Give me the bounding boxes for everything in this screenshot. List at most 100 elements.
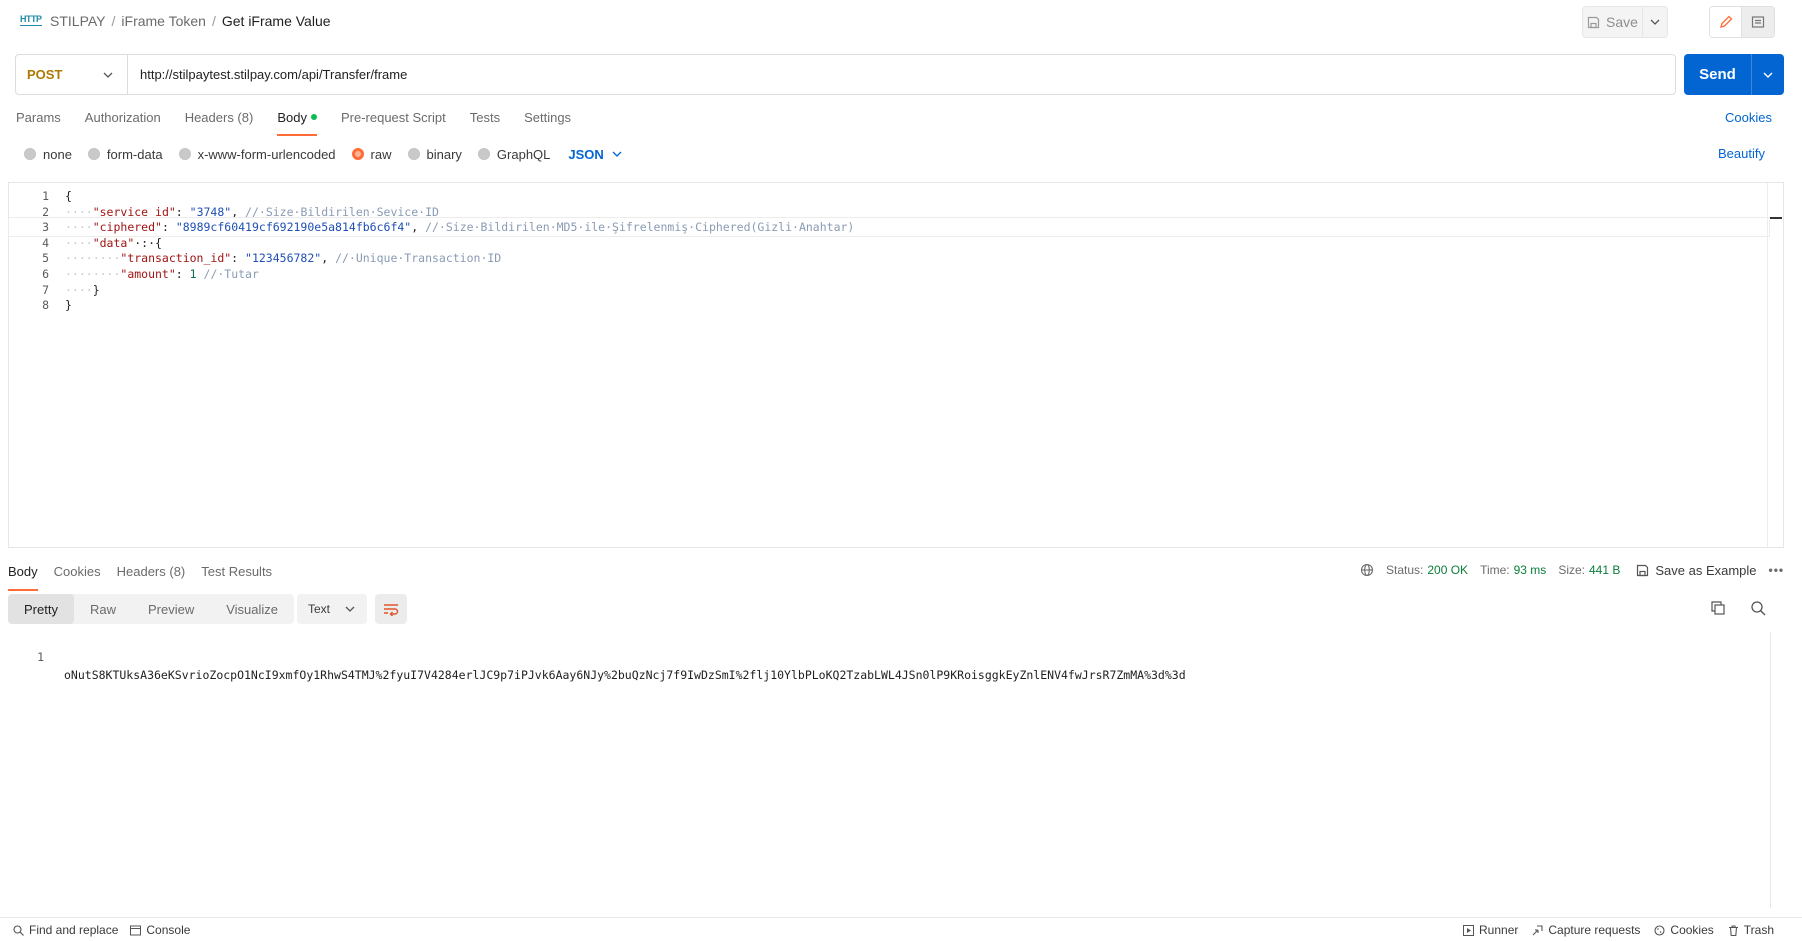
body-type-none[interactable]: none [24,147,72,162]
chevron-down-icon [103,72,113,78]
save-icon [1637,564,1649,576]
documentation-mode-button[interactable] [1742,7,1774,37]
response-meta: Status: 200 OK Time: 93 ms Size: 441 B Save… [1360,562,1784,578]
editor-scrollbar[interactable] [1767,183,1783,547]
body-type-binary[interactable]: binary [407,147,462,162]
code-token: : [231,251,246,265]
save-label: Save [1606,14,1638,30]
copy-icon[interactable] [1710,600,1726,619]
body-type-urlencoded[interactable]: x-www-form-urlencoded [178,147,336,162]
code-token: "amount" [120,267,176,281]
globe-icon[interactable] [1360,563,1374,577]
tab-tests[interactable]: Tests [470,110,500,134]
body-type-graphql[interactable]: GraphQL [477,147,550,162]
code-token: : [161,220,176,234]
beautify-button[interactable]: Beautify [1718,146,1765,161]
code-line: 8} [9,296,1769,314]
response-tab-test-results[interactable]: Test Results [201,564,272,586]
radio-icon [178,148,191,160]
code-token: ········ [65,267,121,281]
wrap-lines-button[interactable] [375,594,407,624]
request-body-editor[interactable]: 1{2 ····"service_id": "3748", //·Size·Bil… [8,182,1784,548]
body-type-label: form-data [106,146,163,162]
time-label: Time: [1480,563,1510,577]
code-token: //·Size·Bildirilen·Sevice·ID [245,205,439,219]
view-visualize[interactable]: Visualize [210,594,294,624]
top-bar: HTTP STILPAY / iFrame Token / Get iFrame Val… [0,0,1802,44]
more-options-icon[interactable]: ••• [1769,563,1785,577]
save-as-example-button[interactable]: Save as Example [1636,562,1757,578]
breadcrumb-separator: / [111,13,116,29]
view-preview[interactable]: Preview [132,594,210,624]
response-line: 1 oNutS8KTUksA36eKSvrioZocpO1NcI9xmfOy1R… [8,630,1186,682]
code-token: "123456782" [245,251,322,265]
size-readout[interactable]: Size: 441 B [1558,563,1620,577]
console-button[interactable]: Console [130,923,190,937]
tab-params[interactable]: Params [16,110,61,134]
view-raw[interactable]: Raw [74,594,132,624]
runner-button[interactable]: Runner [1463,923,1518,937]
code-token: , [411,220,426,234]
response-body-viewer[interactable]: 1 oNutS8KTUksA36eKSvrioZocpO1NcI9xmfOy1R… [8,630,1784,910]
response-tab-headers[interactable]: Headers (8) [117,564,186,586]
code-token: ·:·{ [134,236,162,250]
cookie-icon [1654,924,1665,936]
tab-authorization[interactable]: Authorization [85,110,161,134]
code-token: "8989cf60419cf692190e5a814fb6c6f4" [175,220,412,234]
breadcrumb-folder[interactable]: iFrame Token [121,13,206,29]
tab-pre-request-script[interactable]: Pre-request Script [341,110,446,134]
cookies-button[interactable]: Cookies [1654,923,1714,937]
save-button-group: Save [1582,6,1668,38]
chevron-down-icon [345,606,355,612]
search-icon[interactable] [1750,600,1766,619]
view-pretty[interactable]: Pretty [8,594,74,624]
status-bar-right: Runner Capture requests Cookies Trash [1463,923,1788,937]
status-readout[interactable]: Status: 200 OK [1386,563,1468,577]
url-input[interactable]: http://stilpaytest.stilpay.com/api/Trans… [128,55,407,94]
trash-button[interactable]: Trash [1728,923,1774,937]
code-token: "service_id" [92,205,176,219]
search-icon [13,924,24,936]
edit-mode-button[interactable] [1710,7,1743,37]
response-tab-body[interactable]: Body [8,564,38,591]
tab-headers[interactable]: Headers (8) [185,110,254,134]
code-token: ···· [65,220,93,234]
save-icon [1587,16,1600,28]
breadcrumb-request-name[interactable]: Get iFrame Value [222,13,331,29]
raw-language-select[interactable]: JSON [568,147,622,162]
save-as-example-label: Save as Example [1655,562,1757,578]
send-button[interactable]: Send [1684,54,1752,95]
method-select[interactable]: POST [16,55,128,94]
send-button-group: Send [1684,54,1784,95]
response-tab-cookies[interactable]: Cookies [54,564,101,586]
response-scrollbar[interactable] [1770,632,1771,908]
save-options-button[interactable] [1643,7,1667,37]
modified-dot-icon [310,113,317,120]
code-token: , [321,251,336,265]
tab-body[interactable]: Body [277,110,317,136]
radio-selected-icon [351,148,364,160]
cookies-link[interactable]: Cookies [1725,110,1772,125]
body-type-form-data[interactable]: form-data [87,146,163,162]
response-format-select[interactable]: Text [297,594,367,624]
radio-icon [87,148,100,160]
save-button[interactable]: Save [1583,7,1643,37]
tab-settings[interactable]: Settings [524,110,571,134]
line-number: 1 [37,650,44,664]
code-token: "ciphered" [92,220,162,234]
time-readout[interactable]: Time: 93 ms [1480,563,1546,577]
url-bar: POST http://stilpaytest.stilpay.com/api/… [15,54,1676,95]
code-token: //·Tutar [203,267,259,281]
body-type-raw[interactable]: raw [351,147,392,162]
breadcrumb-collection[interactable]: STILPAY [50,13,106,29]
code-token: "3748" [189,205,232,219]
cookies-label: Cookies [1670,923,1714,937]
capture-requests-button[interactable]: Capture requests [1532,923,1640,937]
find-and-replace-button[interactable]: Find and replace [13,923,118,937]
code-token: } [65,298,72,312]
send-options-button[interactable] [1752,54,1784,95]
body-type-label: none [43,146,72,162]
radio-icon [407,148,420,160]
tab-body-label: Body [277,110,307,125]
code-token: "transaction_id" [120,251,232,265]
